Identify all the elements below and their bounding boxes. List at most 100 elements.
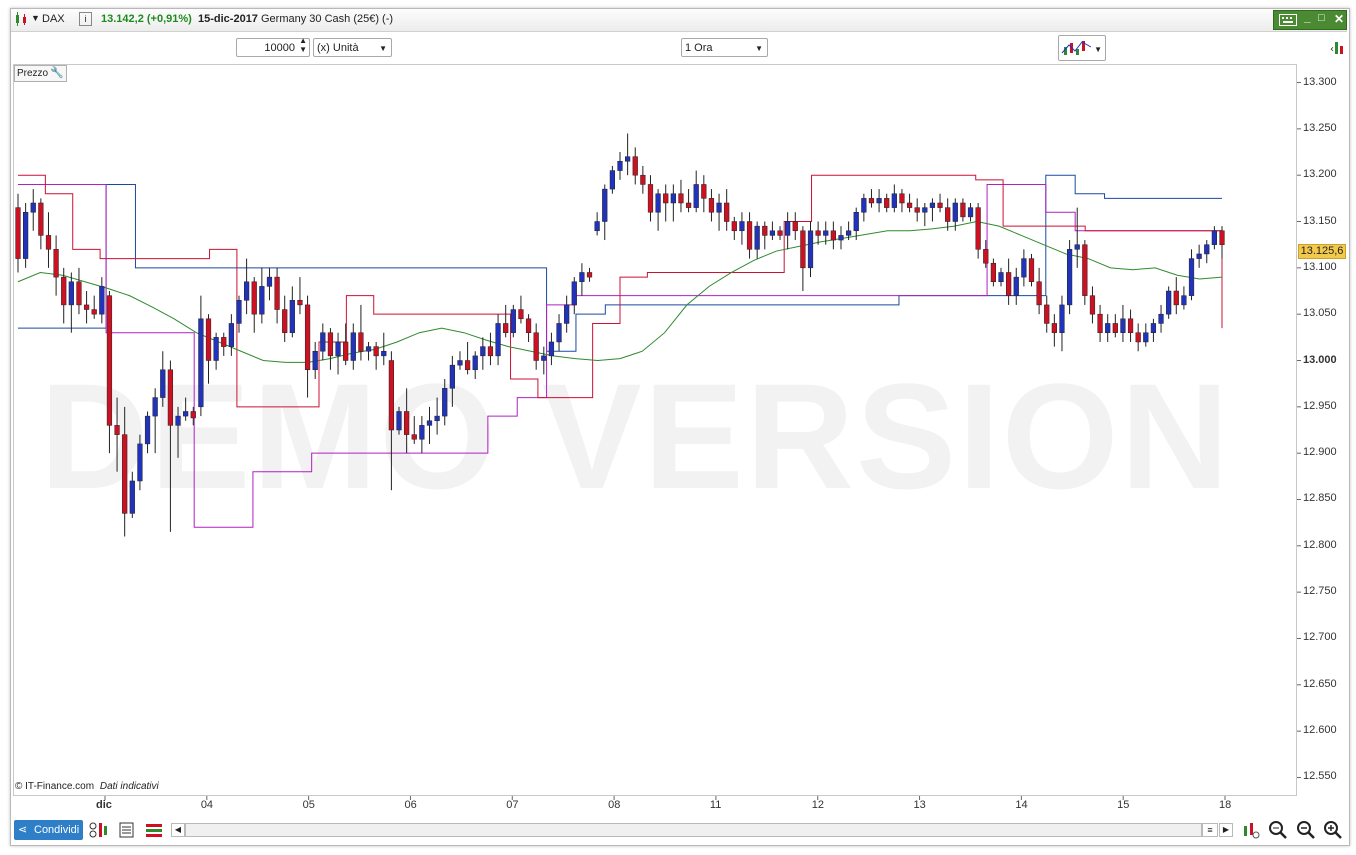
- drawing-tools-icon[interactable]: [88, 821, 110, 842]
- candle-up: [1196, 253, 1202, 259]
- candle-down: [525, 318, 532, 333]
- candle-up: [891, 193, 897, 208]
- zoom-fit-icon[interactable]: [1267, 820, 1289, 843]
- candle-down: [61, 276, 67, 306]
- candle-down: [251, 281, 257, 315]
- candle-down: [304, 304, 311, 371]
- candle-up: [381, 350, 387, 357]
- candle-down: [327, 332, 334, 357]
- candle-up: [480, 346, 486, 357]
- candle-up: [693, 184, 699, 208]
- candle-down: [1028, 258, 1035, 282]
- x-tick-label: 14: [1015, 799, 1028, 811]
- candle-down: [983, 249, 989, 264]
- candle-up: [198, 318, 204, 408]
- candle-down: [815, 230, 821, 236]
- candle-down: [884, 198, 890, 208]
- price-panel-label[interactable]: Prezzo 🔧: [14, 65, 68, 82]
- candle-up: [68, 281, 74, 306]
- candle-up: [160, 369, 166, 398]
- scroll-right-icon[interactable]: ▶: [1219, 823, 1233, 837]
- x-tick-label: 18: [1219, 799, 1232, 811]
- candle-up: [769, 230, 776, 236]
- candle-down: [906, 202, 913, 208]
- candle-down: [632, 156, 638, 176]
- y-tick-label: 13.300: [1303, 75, 1337, 88]
- share-button[interactable]: ⋖ Condividi: [14, 820, 83, 840]
- x-tick-label: 15: [1117, 799, 1130, 811]
- candle-down: [678, 193, 684, 204]
- candle-down: [487, 346, 494, 357]
- candle-up: [1181, 295, 1187, 306]
- candle-up: [1211, 230, 1217, 245]
- y-tick-label: 12.550: [1303, 770, 1337, 783]
- candle-down: [205, 318, 212, 361]
- candle-up: [929, 202, 936, 208]
- candle-down: [777, 230, 783, 236]
- scroll-grip-icon[interactable]: ≡: [1202, 823, 1218, 837]
- candle-down: [762, 225, 768, 236]
- x-tick-label: 04: [200, 799, 214, 811]
- y-tick-label: 12.850: [1303, 492, 1337, 505]
- candle-up: [670, 193, 676, 204]
- candle-up: [876, 198, 882, 204]
- candlestick-chart: [15, 82, 1301, 800]
- candle-up: [998, 272, 1004, 282]
- y-tick-label: 12.700: [1303, 631, 1337, 644]
- candle-up: [335, 341, 341, 357]
- scroll-left-icon[interactable]: ◀: [171, 823, 185, 837]
- candle-up: [495, 323, 501, 357]
- candle-down: [503, 323, 509, 333]
- candle-down: [586, 272, 593, 278]
- share-label: Condividi: [34, 824, 80, 836]
- candle-down: [404, 411, 410, 435]
- candle-up: [1204, 244, 1210, 255]
- candle-up: [365, 346, 372, 352]
- candle-up: [457, 360, 463, 366]
- candle-up: [259, 286, 265, 315]
- y-tick-label: 13.050: [1303, 307, 1337, 320]
- candle-down: [282, 309, 288, 333]
- candle-up: [594, 221, 600, 232]
- zoom-in-icon[interactable]: [1322, 820, 1344, 843]
- y-tick-label: 13.250: [1303, 121, 1337, 134]
- candle-down: [1082, 244, 1088, 296]
- candle-down: [975, 207, 981, 250]
- wrench-icon[interactable]: 🔧: [50, 66, 64, 81]
- source-text: © IT-Finance.com: [15, 781, 95, 792]
- candle-down: [647, 184, 654, 213]
- candle-down: [685, 202, 692, 208]
- candle-down: [960, 202, 966, 218]
- candle-down: [701, 184, 707, 199]
- candle-down: [15, 207, 21, 259]
- indicators-list-icon[interactable]: [145, 821, 163, 842]
- candle-down: [114, 425, 120, 435]
- candle-down: [343, 341, 349, 361]
- chart-settings-icon[interactable]: [1241, 820, 1261, 843]
- y-tick-label: 13.000: [1303, 353, 1337, 366]
- y-tick-label: 12.950: [1303, 399, 1337, 412]
- y-tick-label: 12.800: [1303, 538, 1337, 551]
- candle-up: [1166, 290, 1172, 315]
- candle-up: [1021, 258, 1027, 278]
- candle-down: [274, 276, 280, 310]
- candle-up: [434, 415, 440, 421]
- time-scrollbar[interactable]: [185, 823, 1202, 837]
- x-tick-label: dic: [96, 799, 112, 811]
- candle-up: [609, 170, 615, 190]
- candle-up: [564, 304, 570, 324]
- candle-up: [823, 230, 829, 236]
- candle-up: [853, 212, 859, 232]
- candle-down: [190, 411, 196, 419]
- candle-up: [785, 221, 791, 236]
- candle-down: [373, 346, 379, 357]
- candle-up: [419, 425, 425, 440]
- candle-up: [137, 443, 143, 482]
- table-icon[interactable]: [119, 821, 135, 842]
- candle-up: [1150, 323, 1157, 333]
- candle-up: [312, 350, 318, 371]
- candle-up: [350, 332, 356, 361]
- candle-down: [899, 193, 905, 204]
- zoom-out-icon[interactable]: [1295, 820, 1317, 843]
- candle-down: [1051, 323, 1057, 333]
